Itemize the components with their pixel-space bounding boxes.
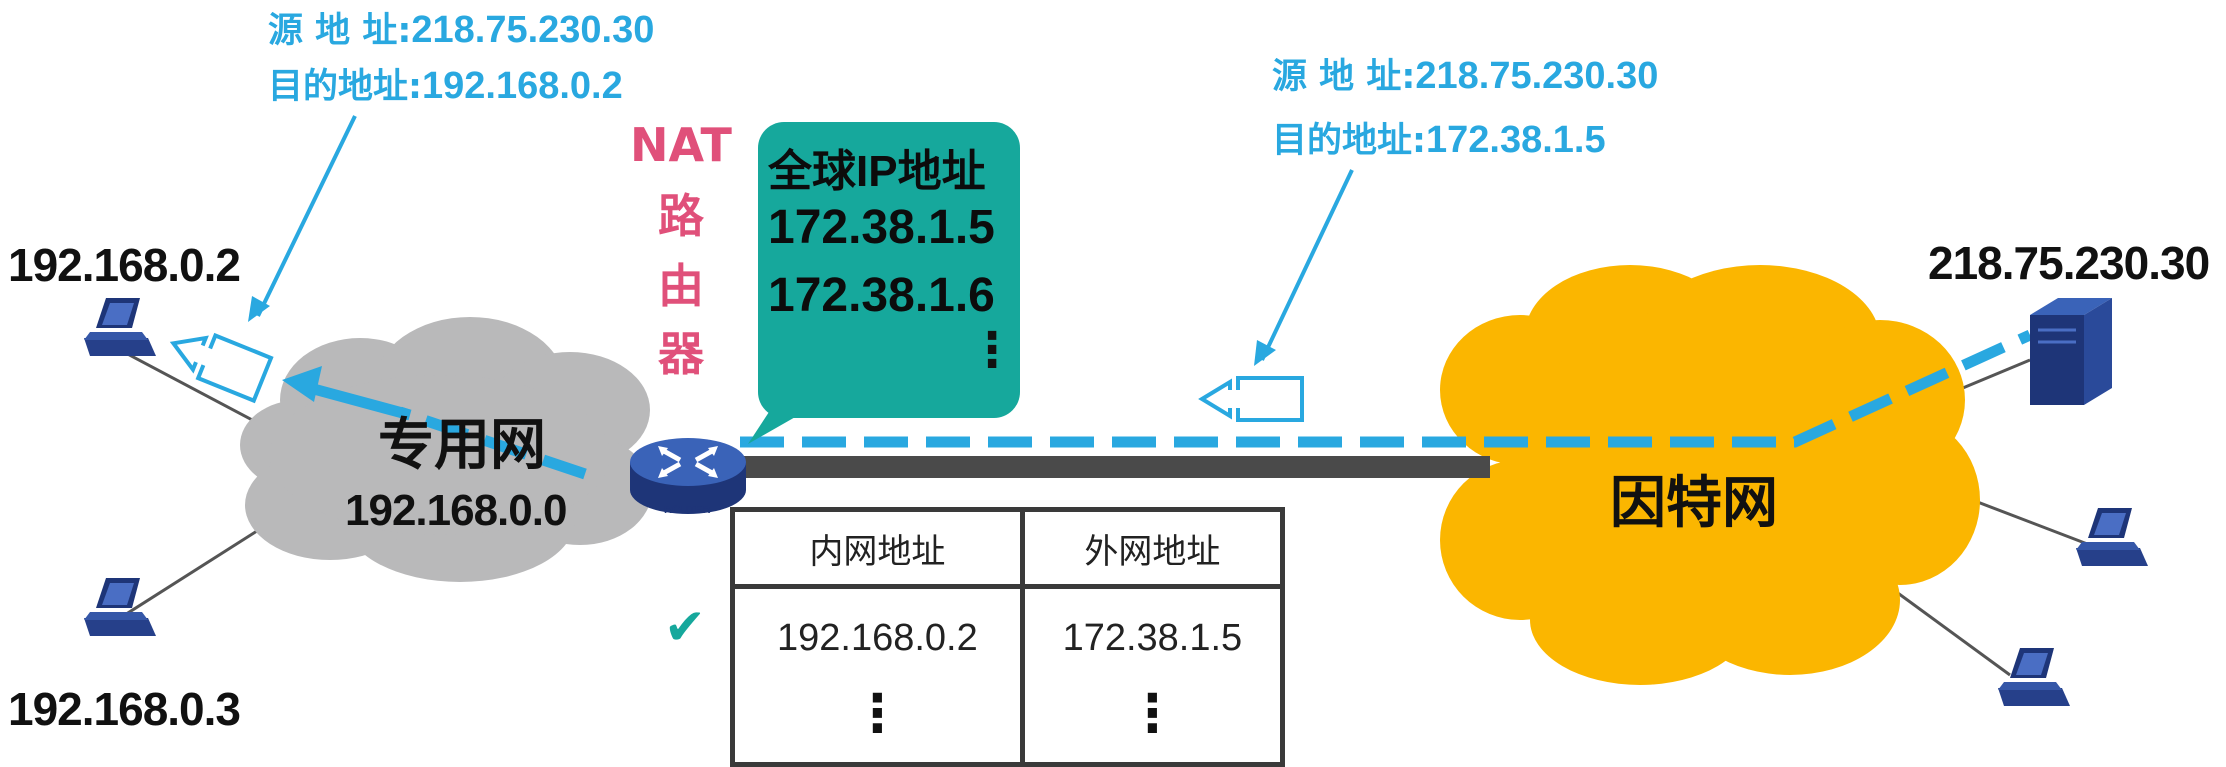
server-icon: [2030, 298, 2112, 405]
left-src-value: 218.75.230.30: [411, 9, 655, 51]
left-src-address: 源 地 址:218.75.230.30: [268, 2, 654, 53]
router-icon: [630, 438, 746, 514]
nat-label-char-1: 路: [658, 189, 704, 243]
nat-translation-table: 内网地址 外网地址 192.168.0.2 172.38.1.5 ⋮ ⋮: [730, 507, 1286, 767]
left-dst-label: 目的地址:: [268, 67, 422, 107]
private-network-title: 专用网: [378, 413, 546, 478]
right-callout-pointer-head: [1254, 340, 1276, 366]
table-cell-external: 172.38.1.5: [1019, 584, 1286, 687]
table-more-internal: ⋮: [851, 684, 904, 744]
right-dst-value: 172.38.1.5: [1426, 119, 1606, 161]
right-dst-address: 目的地址:172.38.1.5: [1272, 112, 1606, 163]
global-ip-2: 172.38.1.6: [768, 269, 995, 322]
server-label: 218.75.230.30: [1928, 237, 2210, 289]
bubble-title: 全球IP地址: [768, 147, 986, 196]
right-callout-pointer: [1260, 169, 1354, 361]
wan-link: [728, 456, 1490, 478]
table-cell-internal: 192.168.0.2: [730, 584, 1025, 687]
table-header-external: 外网地址: [1019, 507, 1286, 589]
table-header-internal: 内网地址: [730, 507, 1025, 589]
private-network-address: 192.168.0.0: [345, 486, 567, 535]
desktop-computer-icon: [1998, 648, 2070, 706]
table-row: 192.168.0.2 172.38.1.5: [730, 584, 1286, 687]
desktop-computer-icon: [2076, 508, 2148, 566]
host-label-192-168-0-2: 192.168.0.2: [8, 239, 241, 291]
left-dst-value: 192.168.0.2: [422, 65, 623, 107]
desktop-computer-icon: [84, 298, 156, 356]
nat-label-char-2: 由: [658, 259, 704, 313]
host-label-192-168-0-3: 192.168.0.3: [8, 683, 241, 735]
right-src-address: 源 地 址:218.75.230.30: [1272, 48, 1658, 99]
left-callout-pointer: [256, 115, 357, 317]
right-dst-label: 目的地址:: [1272, 121, 1426, 161]
right-src-label: 源 地 址:: [1272, 57, 1416, 97]
bubble-more: ⋮: [968, 324, 1016, 377]
left-dst-address: 目的地址:192.168.0.2: [268, 58, 623, 109]
packet-arrow-icon: [169, 332, 274, 404]
internet-title: 因特网: [1610, 471, 1778, 536]
table-more-external: ⋮: [1126, 684, 1179, 744]
right-src-value: 218.75.230.30: [1415, 55, 1659, 97]
nat-label: NAT: [630, 118, 732, 172]
desktop-computer-icon: [84, 578, 156, 636]
table-row-more: ⋮ ⋮: [730, 684, 1286, 767]
checkmark-icon: ✔: [664, 598, 706, 656]
global-ip-1: 172.38.1.5: [768, 201, 995, 254]
left-src-label: 源 地 址:: [268, 11, 412, 51]
packet-arrow-icon: [1198, 376, 1304, 422]
router-icon-text: ROUTER: [664, 504, 711, 516]
nat-label-char-3: 器: [658, 327, 704, 381]
